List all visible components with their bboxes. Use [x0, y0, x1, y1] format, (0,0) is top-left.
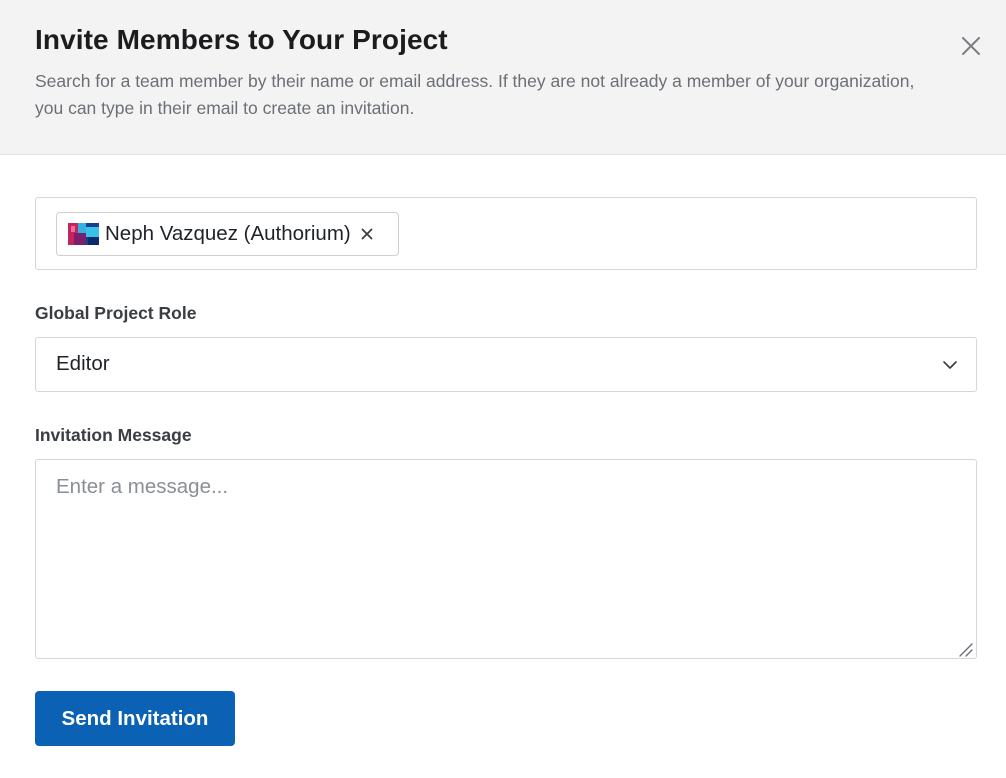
role-select[interactable]: Editor — [35, 337, 977, 392]
remove-x-icon — [361, 228, 373, 240]
close-icon — [962, 37, 980, 55]
dialog-title: Invite Members to Your Project — [35, 24, 448, 55]
chevron-down-icon — [943, 361, 957, 369]
invitation-message-textarea[interactable] — [35, 459, 977, 659]
member-chip-label: Neph Vazquez (Authorium) — [105, 222, 351, 245]
message-label: Invitation Message — [35, 425, 192, 445]
dialog-body: Neph Vazquez (Authorium) Global Project … — [0, 155, 1006, 778]
member-search-input[interactable]: Neph Vazquez (Authorium) — [35, 197, 977, 270]
avatar — [68, 223, 99, 245]
dialog-header: Invite Members to Your Project Search fo… — [0, 0, 1006, 155]
member-chip: Neph Vazquez (Authorium) — [56, 212, 399, 256]
role-label: Global Project Role — [35, 303, 197, 323]
dialog-description: Search for a team member by their name o… — [35, 71, 915, 118]
remove-member-button[interactable] — [360, 227, 374, 241]
role-select-value: Editor — [56, 352, 110, 375]
close-button[interactable] — [956, 31, 986, 61]
resize-grip-icon[interactable] — [957, 641, 973, 657]
invite-members-dialog: Invite Members to Your Project Search fo… — [0, 0, 1006, 778]
send-invitation-button[interactable]: Send Invitation — [35, 691, 235, 746]
